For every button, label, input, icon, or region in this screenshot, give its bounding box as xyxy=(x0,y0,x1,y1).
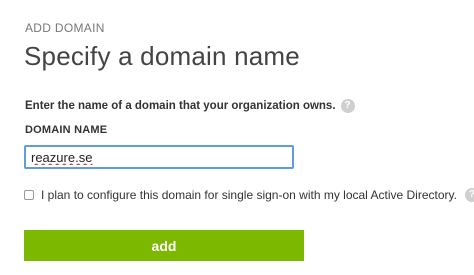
help-icon[interactable]: ? xyxy=(340,99,355,113)
domain-name-label: DOMAIN NAME xyxy=(25,124,108,136)
instruction-text: Enter the name of a domain that your org… xyxy=(25,100,336,112)
instruction-row: Enter the name of a domain that your org… xyxy=(25,99,355,113)
sso-checkbox-label[interactable]: I plan to configure this domain for sing… xyxy=(41,188,457,202)
eyebrow-label: ADD DOMAIN xyxy=(25,21,105,35)
sso-help-icon[interactable]: ? xyxy=(464,188,474,202)
add-button[interactable]: add xyxy=(24,230,304,261)
page-title: Specify a domain name xyxy=(24,41,300,71)
domain-name-input[interactable] xyxy=(24,145,294,169)
add-domain-page: ADD DOMAIN Specify a domain name Enter t… xyxy=(0,0,474,275)
sso-option-row: I plan to configure this domain for sing… xyxy=(24,188,474,202)
sso-checkbox[interactable] xyxy=(24,190,34,200)
